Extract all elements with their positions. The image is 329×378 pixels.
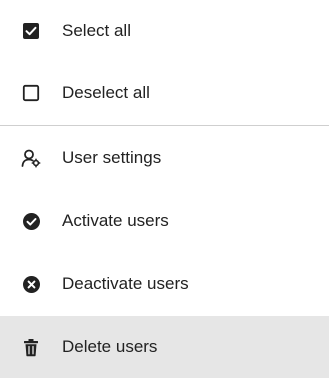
check-circle-icon [21, 211, 41, 231]
menu-item-select-all[interactable]: Select all [0, 0, 329, 62]
x-circle-icon [21, 274, 41, 294]
checkbox-empty-icon [21, 83, 41, 103]
menu-item-activate-users[interactable]: Activate users [0, 190, 329, 252]
menu-item-delete-users[interactable]: Delete users [0, 316, 329, 378]
menu-item-label: Delete users [62, 337, 158, 356]
menu-item-label: Deselect all [62, 83, 150, 102]
trash-icon [21, 337, 41, 357]
menu-divider [0, 125, 329, 126]
menu-item-label: User settings [62, 148, 162, 167]
user-settings-icon [21, 148, 41, 168]
menu-item-deselect-all[interactable]: Deselect all [0, 62, 329, 124]
menu-item-deactivate-users[interactable]: Deactivate users [0, 253, 329, 315]
checkbox-checked-icon [21, 21, 41, 41]
menu-item-user-settings[interactable]: User settings [0, 127, 329, 189]
menu-item-label: Activate users [62, 211, 169, 230]
menu-item-label: Select all [62, 21, 131, 40]
user-actions-menu: Select all Deselect all User settings Ac… [0, 0, 329, 378]
menu-item-label: Deactivate users [62, 274, 189, 293]
